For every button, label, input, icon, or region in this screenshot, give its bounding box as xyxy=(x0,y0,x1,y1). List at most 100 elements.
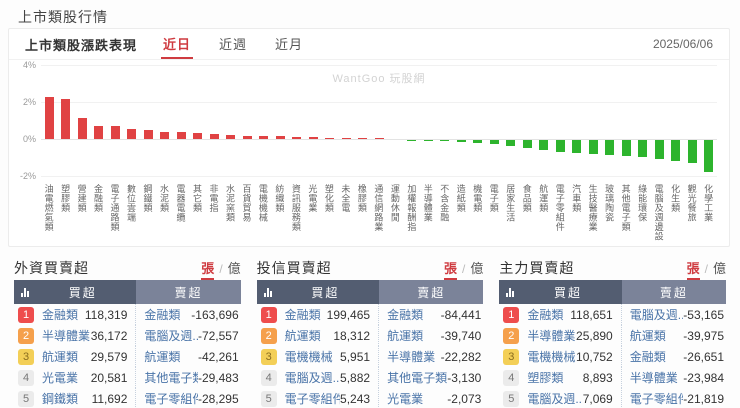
rank-bars-icon xyxy=(506,287,515,297)
unit-yi-toggle[interactable]: 億 xyxy=(228,258,241,277)
sector-link[interactable]: 電腦及週... xyxy=(285,369,340,386)
x-axis-label: 營建類 xyxy=(76,184,87,213)
unit-zhang-toggle[interactable]: 張 xyxy=(201,258,215,280)
page-title: 上市類股行情 xyxy=(18,9,108,25)
gridline xyxy=(41,65,717,66)
chart-bar-未全電 xyxy=(341,137,351,139)
buy-cell: 3 航運類 29,579 xyxy=(14,346,137,367)
buy-cell: 4 電腦及週... 5,882 xyxy=(257,367,380,388)
sector-link[interactable]: 金融類 xyxy=(144,306,180,323)
table-title: 外資買賣超 xyxy=(14,260,89,276)
sector-link[interactable]: 電機機械 xyxy=(527,348,575,365)
chart-bar-電子零組件 xyxy=(555,140,565,152)
chart-bar-電機機械 xyxy=(259,136,269,139)
unit-yi-toggle[interactable]: 億 xyxy=(470,258,483,277)
x-axis-label: 航運類 xyxy=(538,184,549,213)
chart-bar-綠能環保 xyxy=(638,140,648,158)
buy-cell: 3 電機機械 5,951 xyxy=(257,346,380,367)
rank-badge: 1 xyxy=(18,306,34,323)
sector-link[interactable]: 光電業 xyxy=(387,390,423,407)
buy-value: 11,692 xyxy=(91,391,128,406)
y-axis-tick: 4% xyxy=(22,60,36,70)
buy-header-label: 買超 xyxy=(554,285,583,300)
chart-bar-其它類 xyxy=(193,133,203,139)
sector-link[interactable]: 電機機械 xyxy=(285,348,333,365)
sector-link[interactable]: 其他電子類 xyxy=(144,369,198,386)
sector-link[interactable]: 塑膠類 xyxy=(527,369,563,386)
sector-link[interactable]: 金融類 xyxy=(630,348,666,365)
chart-bar-電器電纜 xyxy=(176,132,186,139)
sell-cell: 金融類 -84,441 xyxy=(379,304,483,325)
x-axis-label: 電腦及週邊設 xyxy=(653,184,664,241)
sector-link[interactable]: 金融類 xyxy=(285,306,321,323)
y-axis-tick: 0% xyxy=(22,134,36,144)
tabs: 近日 近週 近月 xyxy=(161,29,305,59)
sector-link[interactable]: 航運類 xyxy=(285,327,321,344)
unit-zhang-toggle[interactable]: 張 xyxy=(443,258,457,280)
sector-link[interactable]: 電腦及週... xyxy=(630,306,684,323)
x-axis-label: 化學工業 xyxy=(703,184,714,222)
sector-link[interactable]: 光電業 xyxy=(42,369,78,386)
sector-link[interactable]: 其他電子類 xyxy=(387,369,447,386)
x-axis-label: 化生類 xyxy=(670,184,681,213)
buy-cell: 1 金融類 118,319 xyxy=(14,304,137,325)
sector-link[interactable]: 半導體業 xyxy=(527,327,575,344)
rank-bars-icon xyxy=(263,287,272,297)
chart-bar-半導體業 xyxy=(423,140,433,142)
sector-link[interactable]: 航運類 xyxy=(630,327,666,344)
sell-value: -23,984 xyxy=(683,370,724,385)
sector-link[interactable]: 半導體業 xyxy=(387,348,435,365)
tab-近日[interactable]: 近日 xyxy=(161,29,194,59)
rank-badge: 3 xyxy=(18,348,34,365)
sector-link[interactable]: 電子零組件 xyxy=(630,390,684,407)
buy-value: 5,243 xyxy=(340,391,371,406)
sector-link[interactable]: 電腦及週... xyxy=(527,390,582,407)
x-axis-label: 水泥窯類 xyxy=(224,184,235,222)
unit-zhang-toggle[interactable]: 張 xyxy=(686,258,700,280)
table-row: 3 電機機械 10,752 金融類 -26,651 xyxy=(499,346,726,367)
table-row: 3 航運類 29,579 航運類 -42,261 xyxy=(14,346,241,367)
x-axis-label: 電子通路類 xyxy=(109,184,120,232)
chart-bar-數位雲端 xyxy=(127,129,137,139)
sector-link[interactable]: 鋼鐵類 xyxy=(42,390,78,407)
rank-badge: 2 xyxy=(503,327,520,344)
table-row: 1 金融類 118,651 電腦及週... -53,165 xyxy=(499,304,726,325)
sell-cell: 航運類 -39,740 xyxy=(379,325,483,346)
gridline xyxy=(41,176,717,177)
sell-value: -3,130 xyxy=(447,370,482,385)
x-axis-label: 綠能環保 xyxy=(637,184,648,222)
sell-value: -21,819 xyxy=(683,391,724,406)
rank-bars-icon xyxy=(21,287,29,297)
sector-link[interactable]: 金融類 xyxy=(387,306,423,323)
x-axis-label: 光電業 xyxy=(307,184,318,213)
buy-cell: 4 光電業 20,581 xyxy=(14,367,137,388)
sell-cell: 金融類 -26,651 xyxy=(622,346,726,367)
table-body: 1 金融類 118,651 電腦及週... -53,165 2 半導體業 25,890 航運類 -… xyxy=(499,304,726,408)
sector-link[interactable]: 半導體業 xyxy=(630,369,678,386)
sell-column-header: 賣超 xyxy=(136,280,241,304)
column-headers: 買超 賣超 xyxy=(499,280,726,304)
sector-link[interactable]: 半導體業 xyxy=(42,327,90,344)
table-row: 1 金融類 199,465 金融類 -84,441 xyxy=(257,304,484,325)
sector-link[interactable]: 電子零組件 xyxy=(144,390,198,407)
table-row: 2 航運類 18,312 航運類 -39,740 xyxy=(257,325,484,346)
sector-link[interactable]: 航運類 xyxy=(144,348,180,365)
tab-近週[interactable]: 近週 xyxy=(217,29,249,59)
unit-yi-toggle[interactable]: 億 xyxy=(713,258,726,277)
sell-cell: 其他電子類 -3,130 xyxy=(379,367,483,388)
sector-link[interactable]: 金融類 xyxy=(527,306,563,323)
sell-value: -39,740 xyxy=(440,328,482,343)
buy-cell: 2 半導體業 25,890 xyxy=(499,325,622,346)
sector-link[interactable]: 金融類 xyxy=(42,306,78,323)
sector-link[interactable]: 電子零組件 xyxy=(285,390,340,407)
sector-link[interactable]: 航運類 xyxy=(42,348,78,365)
table-row: 4 塑膠類 8,893 半導體業 -23,984 xyxy=(499,367,726,388)
sector-link[interactable]: 電腦及週... xyxy=(144,327,198,344)
watermark: WantGoo 玩股網 xyxy=(332,73,426,85)
sector-link[interactable]: 航運類 xyxy=(387,327,423,344)
tab-近月[interactable]: 近月 xyxy=(273,29,305,59)
buy-cell: 2 航運類 18,312 xyxy=(257,325,380,346)
x-axis: 油電燃氣類 塑膠類 營建類 金融類 電子通路類 數位雲端 鋼鐵類 水泥類 電器電纜 其它類 非電指水… xyxy=(41,181,717,245)
sell-value: -53,165 xyxy=(683,307,724,322)
rank-badge: 4 xyxy=(18,369,34,386)
